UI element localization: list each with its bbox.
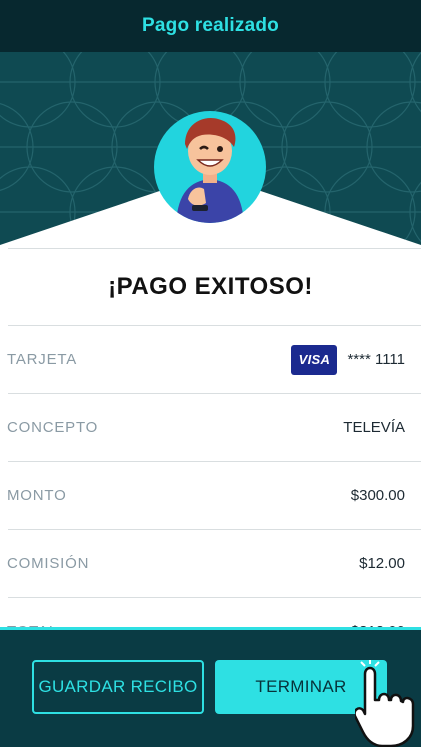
amount-value: $300.00 [350,487,405,504]
row-concept: CONCEPTO TELEVÍA [0,394,421,461]
receipt-panel: ¡PAGO EXITOSO! TARJETA VISA **** 1111 CO… [0,248,421,665]
card-number: **** 1111 [347,351,405,368]
concept-value: TELEVÍA [343,419,405,436]
concept-label: CONCEPTO [7,419,99,436]
row-amount: MONTO $300.00 [0,462,421,529]
visa-logo: VISA [291,344,338,375]
page-title: Pago realizado [142,15,279,36]
row-fee: COMISIÓN $12.00 [0,530,421,597]
save-receipt-button[interactable]: GUARDAR RECIBO [32,660,204,714]
tap-hand-icon [355,660,415,747]
fee-value: $12.00 [359,555,405,572]
app-header: Pago realizado [0,0,421,52]
card-info: VISA **** 1111 [291,344,405,375]
fee-label: COMISIÓN [7,555,90,572]
row-card: TARJETA VISA **** 1111 [0,326,421,393]
status-banner: ¡PAGO EXITOSO! [0,249,421,325]
amount-label: MONTO [7,487,67,504]
status-title: ¡PAGO EXITOSO! [108,273,313,300]
success-avatar-illustration [154,111,266,223]
card-label: TARJETA [7,351,78,368]
